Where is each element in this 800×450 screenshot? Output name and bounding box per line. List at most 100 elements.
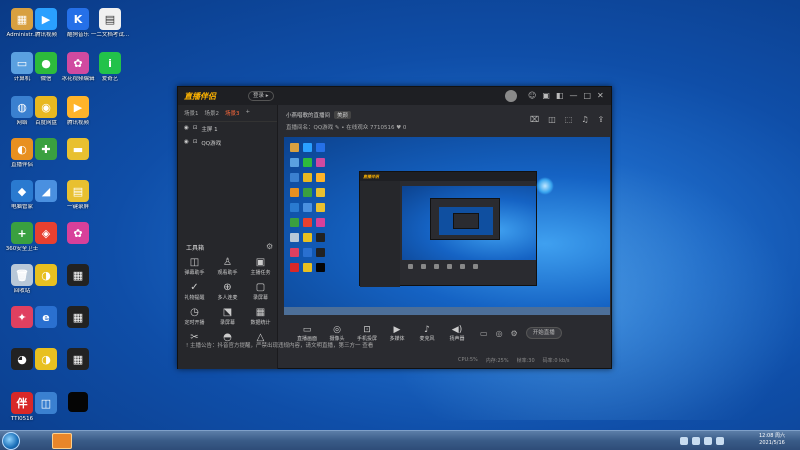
desktop-icon[interactable]: ▬ [56, 138, 100, 162]
camera-icon: ◎ [333, 324, 341, 335]
tray-icon[interactable] [680, 437, 688, 445]
preview-desktop: 直播伴侣 [284, 137, 610, 315]
share-icon[interactable]: ⇪ [598, 115, 605, 124]
black-file-icon [68, 392, 88, 412]
layout-icon[interactable]: ◧ [556, 92, 564, 100]
add-scene-button[interactable]: + [246, 109, 251, 117]
tool-item[interactable]: ▢ 录屏幕 [244, 282, 277, 301]
tool-item[interactable]: ▦ 数据统计 [244, 307, 277, 326]
start-button[interactable] [2, 432, 20, 450]
desktop-icon[interactable]: ▤ 一二文档考试... [88, 8, 132, 39]
system-tray [680, 434, 740, 448]
tab-scene-2[interactable]: 场景2 [205, 109, 220, 117]
clock[interactable]: 12:08 周六 2021/5/16 [750, 433, 794, 447]
nested-left-panel [360, 181, 400, 287]
multi-mic-icon: ⊕ [223, 282, 232, 293]
settings-icon[interactable]: ⚙ [511, 329, 518, 338]
preview-taskbar [284, 307, 610, 315]
record-toggle-icon[interactable]: ◎ [496, 329, 503, 338]
maximize-icon[interactable]: □ [583, 92, 591, 100]
lock-icon[interactable]: ⊡ [193, 139, 198, 147]
streamer-app-window[interactable]: 直播伴侣 登录 ▸ ☺ ▣ ◧ — □ ✕ 场景1 场景2 场景3 + ◉ ⊡ 主屏… [177, 86, 612, 369]
skin-icon[interactable]: ☺ [528, 92, 536, 100]
status-bar: CPU:5% 内存:25% 帧率:30 码率:0 kb/s [458, 357, 570, 364]
clock-time: 12:08 周六 [759, 433, 785, 439]
desktop-icon[interactable]: ▶ 腾讯视频 [56, 96, 100, 127]
window-icon[interactable]: ◫ [548, 115, 556, 124]
app-icon: ◑ [35, 348, 57, 370]
desktop-icon[interactable] [56, 392, 100, 414]
tool-item[interactable]: ▣ 主播任务 [244, 257, 277, 276]
preview-desktop-icons [288, 141, 328, 276]
tab-scene-1[interactable]: 场景1 [184, 109, 199, 117]
nested-preview [402, 186, 536, 260]
record-icon: ▢ [255, 282, 266, 293]
toolbox-settings-icon[interactable]: ⚙ [266, 242, 273, 251]
mic-icon: ♪ [424, 324, 430, 335]
desktop-icon[interactable]: ✿ [56, 222, 100, 246]
stream-preview[interactable]: 直播伴侣 [284, 137, 610, 315]
minimize-icon[interactable]: — [569, 92, 577, 100]
app-icon: ✿ [67, 222, 89, 244]
pk-icon[interactable]: ⌧ [530, 115, 539, 124]
lock-icon[interactable]: ⊡ [193, 125, 198, 133]
side-controls: ▭ ◎ ⚙ [480, 329, 518, 338]
desktop-icon[interactable]: i 爱奇艺 [88, 52, 132, 83]
volume-tray-icon[interactable] [716, 437, 724, 445]
source-label: 主屏 1 [201, 127, 218, 133]
nested-app-window-2 [430, 198, 500, 240]
avatar[interactable] [505, 90, 517, 102]
message-icon[interactable]: ▣ [542, 92, 550, 100]
network-tray-icon[interactable] [704, 437, 712, 445]
task-icon: ▣ [255, 257, 266, 268]
app-icon: ◫ [35, 392, 57, 414]
source-item[interactable]: ◉ ⊡ 主屏 1 [178, 122, 277, 136]
eye-icon[interactable]: ◉ [184, 139, 189, 147]
scene-tabs: 场景1 场景2 场景3 + [178, 105, 277, 122]
app-icon: ◈ [35, 222, 57, 244]
title-bar[interactable]: 直播伴侣 登录 ▸ ☺ ▣ ◧ — □ ✕ [178, 87, 611, 105]
cursor-glow [536, 177, 554, 195]
desktop-icon[interactable]: ▦ [56, 264, 100, 288]
tool-item[interactable]: ♙ 观看助手 [211, 257, 244, 276]
announcement[interactable]: ! 主播公告：抖音官方提醒，严禁出现违规内容，请文明直播，第三方一 查看 [178, 338, 611, 351]
desktop-icon[interactable]: ▦ [56, 348, 100, 372]
app-icon: ✚ [35, 138, 57, 160]
source-item[interactable]: ◉ ⊡ QQ游戏 [178, 136, 277, 150]
app-icon: ▦ [67, 306, 89, 328]
tab-scene-3[interactable]: 场景3 [225, 109, 240, 117]
viewer-icon: ♙ [223, 257, 232, 268]
camera-toggle-icon[interactable]: ▭ [480, 329, 488, 338]
danmaku-icon: ◫ [189, 257, 200, 268]
tool-item[interactable]: ✓ 礼物提醒 [178, 282, 211, 301]
nested-app-window: 直播伴侣 [359, 171, 537, 287]
room-info: 直播间名：QQ游戏 ✎ • 在线观众 7710516 ♥ 0 [286, 125, 407, 131]
toolbox-title: 工具箱 [186, 245, 205, 252]
beauty-tag[interactable]: 美颜 [334, 111, 352, 119]
tool-item[interactable]: ⊕ 多人连麦 [211, 282, 244, 301]
tool-item[interactable]: ◷ 定时开播 [178, 307, 211, 326]
desktop-icon[interactable]: ▦ [56, 306, 100, 330]
screen-record-icon: ⬔ [222, 307, 233, 318]
app-logo: 直播伴侣 [184, 92, 216, 101]
tool-item[interactable]: ◫ 弹幕助手 [178, 257, 211, 276]
timer-icon: ◷ [190, 307, 199, 318]
folder-icon: ▬ [67, 138, 89, 160]
desktop-icon[interactable]: ▤ 一键录屏 [56, 180, 100, 211]
close-icon[interactable]: ✕ [597, 92, 604, 100]
video-edit-icon: ✿ [67, 52, 89, 74]
taskbar-app-icon[interactable] [52, 433, 72, 449]
title-bar-icons: ☺ ▣ ◧ — □ ✕ [528, 92, 604, 100]
app-icon: ◑ [35, 264, 57, 286]
stream-title: 小燕唱歌的直播间 美颜 [286, 111, 352, 119]
tool-item[interactable]: ⬔ 录屏幕 [211, 307, 244, 326]
monitor-icon: ▭ [302, 324, 312, 335]
stats-icon: ▦ [255, 307, 266, 318]
screen-icon[interactable]: ⬚ [565, 115, 573, 124]
tray-icon[interactable] [692, 437, 700, 445]
nested-preview-2 [439, 207, 493, 235]
eye-icon[interactable]: ◉ [184, 125, 189, 133]
toolbox-grid: ◫ 弹幕助手 ♙ 观看助手 ▣ 主播任务 ✓ 礼物提醒 ⊕ 多人连麦 ▢ 录屏幕 ◷ 定时开播… [178, 257, 278, 344]
bell-icon[interactable]: ♫ [581, 115, 588, 124]
login-button[interactable]: 登录 ▸ [248, 91, 274, 101]
